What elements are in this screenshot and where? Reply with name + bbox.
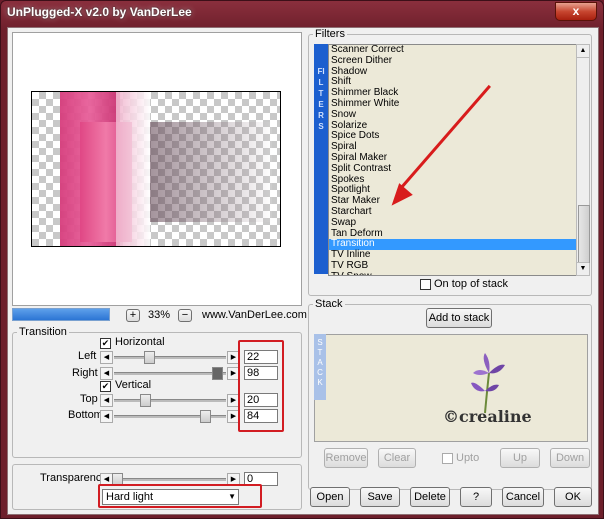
- bottom-slider[interactable]: ◀ ▶: [100, 410, 240, 423]
- filters-side-bar: FILTERS: [314, 44, 328, 274]
- transition-group-label: Transition: [19, 326, 67, 338]
- close-button[interactable]: x: [555, 2, 597, 21]
- filter-item[interactable]: Split Contrast: [329, 163, 577, 175]
- main-window: UnPlugged-X v2.0 by VanDerLee x + 33% − …: [0, 0, 604, 519]
- slider-left-arrow-icon[interactable]: ◀: [100, 351, 113, 364]
- highlight-values-box: [238, 340, 284, 432]
- minus-icon: −: [181, 309, 189, 321]
- remove-button[interactable]: Remove: [324, 448, 368, 468]
- close-icon: x: [572, 4, 580, 18]
- slider-left-arrow-icon[interactable]: ◀: [100, 367, 113, 380]
- slider-left-arrow-icon[interactable]: ◀: [100, 410, 113, 423]
- right-slider-thumb[interactable]: [212, 367, 223, 380]
- plus-icon: +: [129, 309, 137, 321]
- left-slider-thumb[interactable]: [144, 351, 155, 364]
- on-top-of-stack-label: On top of stack: [434, 278, 508, 290]
- window-title: UnPlugged-X v2.0 by VanDerLee: [7, 5, 192, 19]
- cancel-button[interactable]: Cancel: [502, 487, 544, 507]
- stack-list[interactable]: ©crealine: [314, 334, 588, 442]
- client-area: + 33% − www.VanDerLee.com Transition ✔ H…: [7, 27, 599, 515]
- preview-pink-fade: [116, 92, 150, 246]
- scroll-down-icon[interactable]: ▼: [577, 262, 589, 275]
- filter-item[interactable]: Shimmer White: [329, 98, 577, 110]
- scroll-thumb[interactable]: [578, 205, 590, 263]
- horizontal-label: Horizontal: [115, 336, 165, 348]
- filter-item[interactable]: Shadow: [329, 66, 577, 78]
- filter-item[interactable]: Starchart: [329, 206, 577, 218]
- left-slider[interactable]: ◀ ▶: [100, 351, 240, 364]
- up-button[interactable]: Up: [500, 448, 540, 468]
- horizontal-checkbox[interactable]: ✔: [100, 338, 111, 349]
- stack-watermark: ©crealine: [443, 407, 532, 426]
- transparency-label: Transparency: [40, 472, 107, 484]
- ok-button[interactable]: OK: [554, 487, 592, 507]
- filter-item[interactable]: TV Snow: [329, 271, 577, 275]
- save-button[interactable]: Save: [360, 487, 400, 507]
- slider-left-arrow-icon[interactable]: ◀: [100, 394, 113, 407]
- zoom-out-button[interactable]: −: [178, 309, 192, 322]
- progress-bar: [12, 308, 110, 321]
- down-button[interactable]: Down: [550, 448, 590, 468]
- add-to-stack-button[interactable]: Add to stack: [426, 308, 492, 328]
- vertical-label: Vertical: [115, 379, 152, 391]
- website-link[interactable]: www.VanDerLee.com: [202, 309, 307, 321]
- left-label: Left: [78, 350, 97, 362]
- top-slider-thumb[interactable]: [140, 394, 151, 407]
- right-slider[interactable]: ◀ ▶: [100, 367, 240, 380]
- top-slider[interactable]: ◀ ▶: [100, 394, 240, 407]
- filter-item[interactable]: Screen Dither: [329, 55, 577, 67]
- check-icon: ✔: [101, 338, 110, 348]
- clear-button[interactable]: Clear: [378, 448, 416, 468]
- scroll-up-icon[interactable]: ▲: [577, 45, 589, 58]
- filter-item[interactable]: Spice Dots: [329, 131, 577, 142]
- preview-panel: [12, 32, 302, 306]
- upto-label: Upto: [456, 452, 480, 464]
- stack-side-label: STACK: [317, 338, 323, 387]
- filter-item[interactable]: Snow: [329, 109, 577, 121]
- filters-list-items: Scanner Correct Screen Dither Shadow Shift S…: [329, 45, 577, 275]
- zoom-in-button[interactable]: +: [126, 309, 140, 322]
- filters-scrollbar[interactable]: ▲ ▼: [576, 44, 590, 276]
- check-icon: ✔: [101, 381, 110, 391]
- upto-checkbox[interactable]: [442, 453, 453, 464]
- bottom-label: Bottom: [68, 409, 103, 421]
- stack-side-bar: STACK: [314, 334, 326, 400]
- filters-group-label: Filters: [315, 28, 345, 40]
- open-button[interactable]: Open: [310, 487, 350, 507]
- on-top-of-stack-checkbox[interactable]: [420, 279, 431, 290]
- filters-list[interactable]: Scanner Correct Screen Dither Shadow Shift S…: [328, 44, 578, 276]
- highlight-blend-box: [98, 484, 262, 508]
- filter-item[interactable]: Swap: [329, 217, 577, 229]
- bottom-slider-thumb[interactable]: [200, 410, 211, 423]
- preview-image[interactable]: [31, 91, 281, 247]
- top-label: Top: [80, 393, 98, 405]
- delete-button[interactable]: Delete: [410, 487, 450, 507]
- preview-gray-rect: [150, 122, 272, 222]
- filters-side-label: FILTERS: [317, 67, 325, 131]
- help-button[interactable]: ?: [460, 487, 492, 507]
- vertical-checkbox[interactable]: ✔: [100, 381, 111, 392]
- stack-group-label: Stack: [315, 298, 343, 310]
- right-label: Right: [72, 367, 98, 379]
- zoom-value: 33%: [148, 309, 171, 321]
